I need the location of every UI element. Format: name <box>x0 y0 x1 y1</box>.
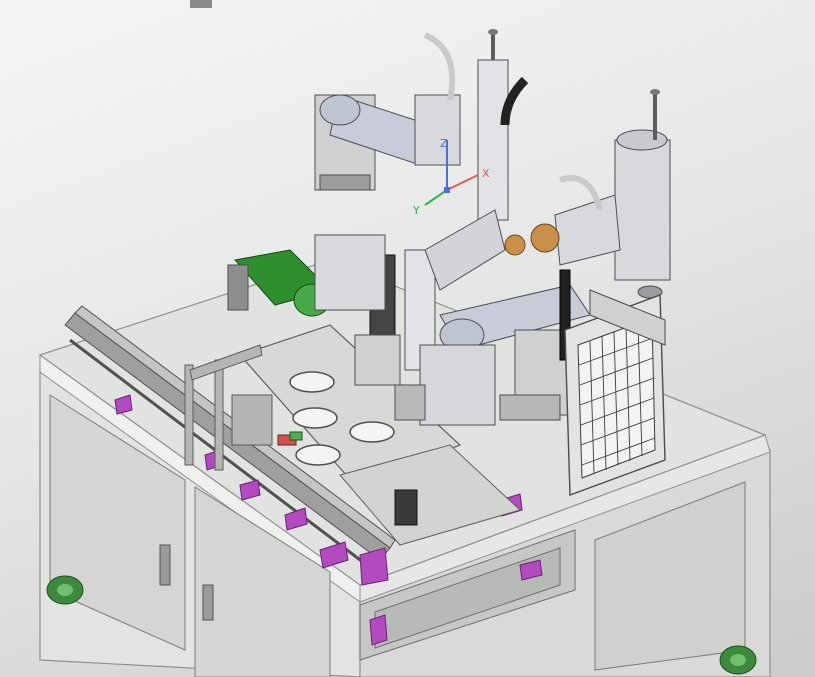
cad-model-scene[interactable]: Z X Y <box>0 0 815 677</box>
scara-robot-left <box>314 29 529 221</box>
safety-guard-mesh <box>564 289 666 496</box>
z-axis-label: Z <box>440 137 448 150</box>
y-axis-icon <box>424 189 448 206</box>
door-handle-icon <box>159 544 171 586</box>
door-handle-icon <box>202 584 214 621</box>
y-axis-label: Y <box>412 204 420 217</box>
cad-viewport[interactable]: Z X Y <box>0 0 815 677</box>
x-axis-icon <box>446 174 479 191</box>
x-axis-label: X <box>482 167 490 180</box>
stray-part <box>190 0 212 8</box>
scara-robot-right <box>504 89 671 299</box>
